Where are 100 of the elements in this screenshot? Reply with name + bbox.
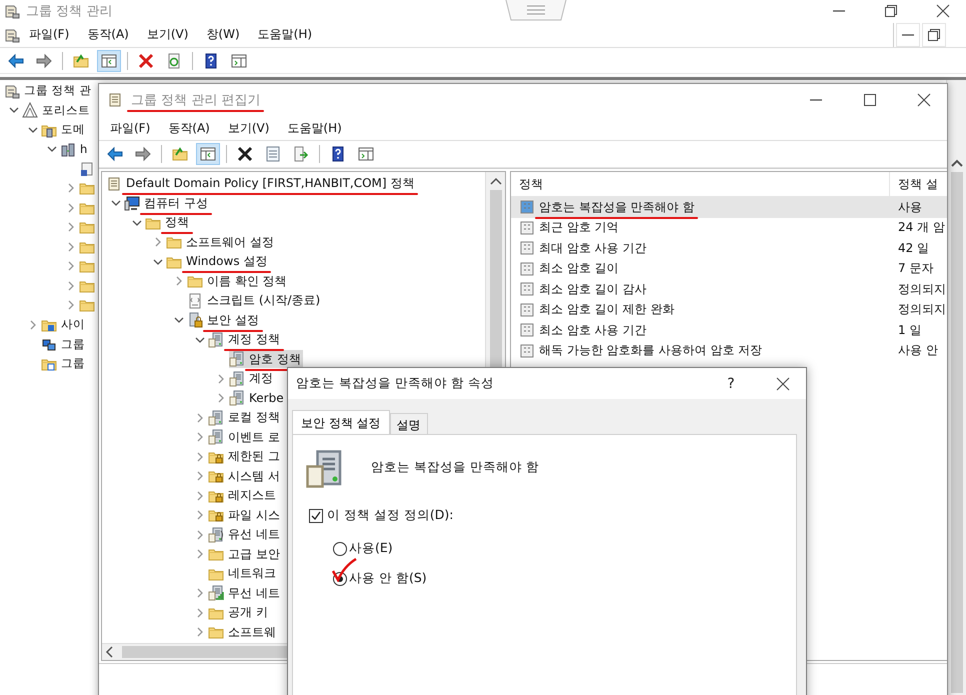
menu-item[interactable]: 보기(V) (218, 118, 278, 138)
chevron-right-icon[interactable] (197, 588, 203, 598)
table-row[interactable]: 최소 암호 길이 7 문자 (511, 258, 947, 279)
menu-item[interactable]: 도움말(H) (278, 118, 351, 138)
tree-item[interactable]: 네트워크 (208, 564, 278, 583)
scrollbar[interactable] (946, 80, 966, 695)
tree-item[interactable]: 레지스트 (208, 486, 278, 505)
chevron-right-icon[interactable] (197, 549, 203, 560)
panel-icon (231, 52, 247, 68)
restore-button[interactable] (922, 22, 946, 46)
chevron-right-icon[interactable] (197, 510, 203, 520)
tree-item[interactable]: 그룹 정책 관 (4, 82, 94, 100)
tree-item[interactable]: 파일 시스 (208, 506, 282, 524)
menu-item[interactable]: 파일(F) (20, 24, 78, 45)
chevron-right-icon[interactable] (197, 432, 203, 442)
tree-item[interactable]: 로컬 정책 (208, 408, 282, 427)
tree-item[interactable]: 시스템 서 (208, 467, 282, 486)
table-row[interactable]: 최근 암호 기억 24 개 암 (511, 218, 947, 238)
tab[interactable]: 보안 정책 설정 (292, 410, 390, 435)
chevron-down-icon[interactable] (195, 336, 205, 343)
chevron-right-icon[interactable] (155, 237, 161, 248)
chevron-right-icon[interactable] (30, 320, 36, 330)
tree-item[interactable]: 무선 네트 (208, 584, 282, 602)
menu-item[interactable]: 도움말(H) (248, 24, 322, 45)
menu-item[interactable]: 보기(V) (138, 24, 198, 45)
tree-item[interactable]: 포리스트 (22, 101, 92, 120)
tree-item[interactable]: 그룹 (41, 335, 87, 354)
tree-item[interactable]: 이벤트 로 (208, 428, 282, 446)
server-icon (208, 429, 224, 446)
tree-item[interactable]: 유선 네트 (208, 526, 282, 544)
chevron-right-icon[interactable] (68, 222, 74, 232)
chevron-right-icon[interactable] (176, 276, 182, 286)
chevron-right-icon[interactable] (197, 627, 203, 638)
chevron-right-icon[interactable] (218, 374, 224, 384)
tree-item[interactable]: h (60, 140, 90, 158)
table-row[interactable]: 암호는 복잡성을 만족해야 함 사용 (511, 197, 947, 218)
tree-item[interactable]: 도메 (41, 120, 87, 139)
radio-label[interactable]: 사용(E) (349, 540, 393, 557)
table-row[interactable]: 최소 암호 길이 제한 완화 정의되지 (511, 300, 947, 320)
tree-item[interactable]: 소프트웨 (208, 623, 278, 642)
minimize-button[interactable] (896, 22, 920, 46)
chevron-right-icon[interactable] (197, 490, 203, 501)
table-row[interactable]: 최대 암호 사용 기간 42 일 (511, 238, 947, 258)
tree-item[interactable]: Default Domain Policy [FIRST,HANBIT,COM] 정책 (106, 174, 416, 193)
snap-handle-icon[interactable] (505, 0, 567, 21)
tree-item[interactable]: 계정 정책 (208, 330, 282, 349)
column-header[interactable]: 정책 설 (890, 172, 947, 196)
column-header[interactable]: 정책 (511, 172, 890, 196)
menu-item[interactable]: 파일(F) (101, 118, 160, 138)
tree-item[interactable]: 정책 (145, 214, 191, 232)
chevron-right-icon[interactable] (68, 202, 74, 213)
menu-item[interactable]: 동작(A) (78, 24, 138, 45)
menu-item[interactable]: 동작(A) (159, 118, 219, 138)
tree-item[interactable]: 사이 (41, 316, 87, 334)
tree-item[interactable]: 제한된 그 (208, 448, 282, 466)
chevron-down-icon[interactable] (9, 107, 19, 114)
checkbox-label[interactable]: 이 정책 설정 정의(D): (327, 507, 454, 524)
chevron-right-icon[interactable] (197, 412, 203, 423)
tab[interactable]: 설명 (390, 413, 428, 435)
chevron-right-icon[interactable] (68, 183, 74, 194)
chevron-right-icon[interactable] (197, 471, 203, 482)
tree-item[interactable]: 공개 키 (208, 604, 270, 622)
tree-item[interactable]: 그룹 (41, 354, 87, 373)
chevron-down-icon[interactable] (153, 258, 163, 265)
chevron-right-icon[interactable] (68, 261, 74, 272)
panel-icon (358, 146, 374, 162)
tree-item[interactable]: 소프트웨어 설정 (166, 233, 276, 252)
menu-item[interactable]: 창(W) (197, 24, 249, 45)
table-row[interactable]: 최소 암호 길이 감사 정의되지 (511, 279, 947, 300)
tree-item[interactable]: 컴퓨터 구성 (124, 194, 210, 212)
table-row[interactable]: 최소 암호 사용 기간 1 일 (511, 320, 947, 340)
chevron-down-icon[interactable] (174, 317, 184, 324)
tree-pane-icon (200, 146, 216, 162)
chevron-down-icon[interactable] (111, 200, 121, 206)
tree-item[interactable]: Kerbe (229, 389, 286, 408)
tree-item[interactable]: 암호 정책 (229, 350, 303, 368)
tree-item[interactable]: 보안 설정 (187, 311, 261, 330)
chevron-right-icon[interactable] (218, 393, 224, 404)
chevron-down-icon[interactable] (132, 220, 142, 226)
radio-button[interactable] (333, 542, 347, 556)
chevron-down-icon[interactable] (28, 126, 38, 133)
checkbox[interactable] (309, 508, 323, 522)
chevron-right-icon[interactable] (197, 608, 203, 618)
locked-server-icon (187, 312, 203, 328)
chevron-right-icon[interactable] (197, 452, 203, 462)
chevron-right-icon[interactable] (68, 280, 74, 291)
table-row[interactable]: 해독 가능한 암호화를 사용하여 암호 저장 사용 안 (511, 340, 947, 361)
tree-item[interactable]: 고급 보안 (208, 545, 282, 564)
help-button[interactable]: ? (708, 368, 754, 398)
chevron-right-icon[interactable] (68, 242, 74, 252)
radio-label[interactable]: 사용 안 함(S) (349, 570, 427, 587)
minimize-icon (810, 99, 822, 101)
chevron-right-icon[interactable] (197, 530, 203, 540)
chevron-right-icon[interactable] (68, 300, 74, 310)
table-cell-text: 정의되지 (897, 280, 947, 298)
chevron-down-icon[interactable] (47, 146, 57, 152)
tree-item[interactable]: 스크립트 (시작/종료) (187, 292, 322, 310)
tree-item[interactable]: Windows 설정 (166, 252, 270, 271)
tree-item[interactable]: 이름 확인 정책 (187, 272, 289, 290)
tree-item[interactable]: 계정 (229, 370, 275, 388)
